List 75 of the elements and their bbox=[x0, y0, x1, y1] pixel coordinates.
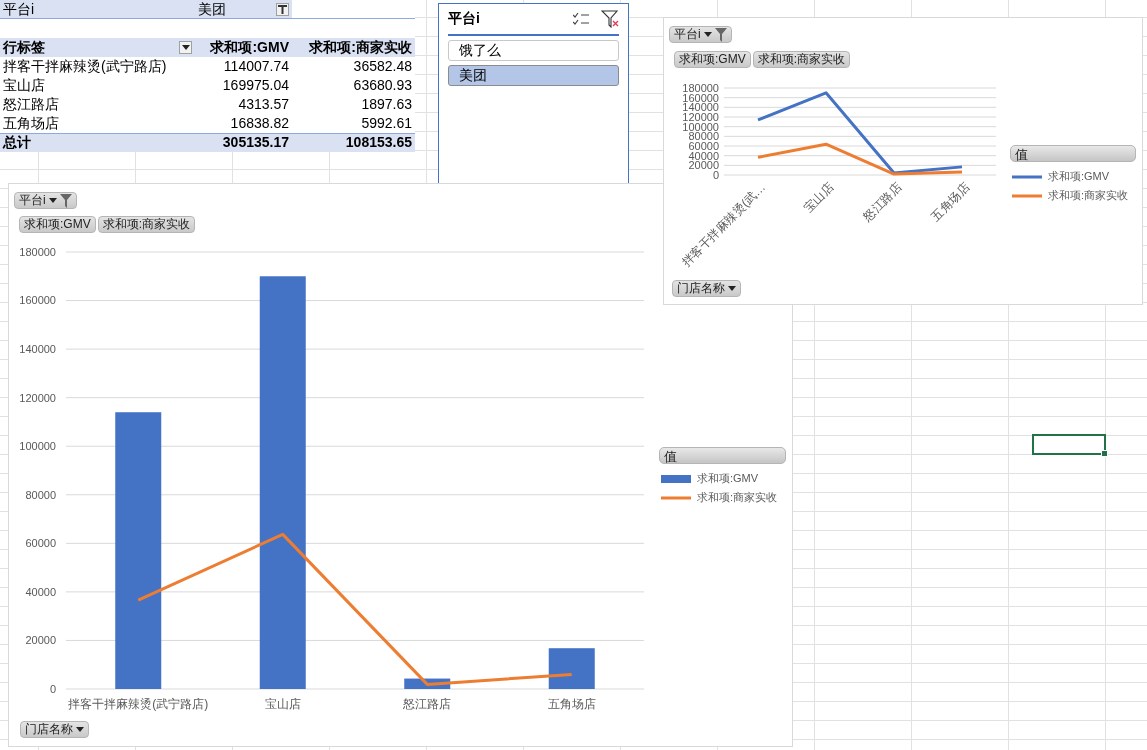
table-cell: 1897.63 bbox=[361, 95, 412, 114]
active-cell[interactable] bbox=[1032, 434, 1106, 455]
axis-tick-label: 120000 bbox=[19, 391, 56, 404]
axis-field-button[interactable]: 门店名称 bbox=[672, 280, 741, 297]
axis-tick-label: 160000 bbox=[682, 91, 719, 104]
axis-tick-label: 0 bbox=[49, 682, 56, 695]
legend-label: 求和项:GMV bbox=[1048, 169, 1110, 184]
dropdown-button[interactable] bbox=[179, 41, 192, 54]
column-header: 求和项:GMV bbox=[210, 38, 289, 57]
value-field-button[interactable]: 求和项:GMV bbox=[19, 216, 96, 233]
axis-tick-label: 80000 bbox=[25, 488, 56, 501]
table-cell: 五角场店 bbox=[3, 114, 59, 133]
legend-field-button[interactable]: 值 bbox=[1010, 145, 1136, 162]
category-label: 五角场店 bbox=[928, 180, 973, 225]
axis-tick-label: 40000 bbox=[688, 149, 719, 162]
caret-icon bbox=[181, 45, 190, 50]
filter-dropdown-button[interactable] bbox=[276, 3, 289, 16]
legend-label: 求和项:商家实收 bbox=[697, 490, 778, 505]
column-header: 行标签 bbox=[3, 38, 45, 57]
legend-field-button[interactable]: 值 bbox=[659, 447, 786, 464]
multi-select-icon[interactable] bbox=[573, 12, 589, 26]
axis-tick-label: 20000 bbox=[25, 634, 56, 647]
legend-swatch-icon bbox=[661, 474, 691, 483]
slicer-item[interactable]: 饿了么 bbox=[448, 40, 619, 61]
category-label: 五角场店 bbox=[547, 697, 596, 711]
total-cell: 305135.17 bbox=[222, 133, 289, 152]
caret-icon bbox=[728, 286, 736, 291]
category-label: 怒江路店 bbox=[860, 180, 905, 225]
filter-icon bbox=[59, 193, 72, 208]
table-cell: 拌客干拌麻辣烫(武宁路店) bbox=[3, 57, 167, 76]
axis-tick-label: 140000 bbox=[19, 342, 56, 355]
table-cell: 63680.93 bbox=[353, 76, 412, 95]
axis-tick-label: 100000 bbox=[19, 440, 56, 453]
filter-icon bbox=[714, 27, 727, 42]
legend-label: 求和项:GMV bbox=[697, 471, 759, 486]
table-cell: 169975.04 bbox=[222, 76, 289, 95]
bar bbox=[404, 678, 451, 689]
axis-tick-label: 180000 bbox=[19, 245, 56, 258]
category-label: 怒江路店 bbox=[403, 697, 452, 711]
axis-tick-label: 180000 bbox=[682, 81, 719, 94]
category-label: 宝山店 bbox=[800, 180, 837, 216]
table-cell: 宝山店 bbox=[3, 76, 45, 95]
axis-field-button[interactable]: 门店名称 bbox=[20, 721, 89, 738]
slicer-item[interactable]: 美团 bbox=[448, 65, 619, 86]
table-cell: 怒江路店 bbox=[3, 95, 59, 114]
category-label: 拌客干拌麻辣烫(武… bbox=[679, 180, 769, 270]
axis-tick-label: 40000 bbox=[25, 585, 56, 598]
slicer-title: 平台i bbox=[448, 10, 481, 28]
table-cell: 16838.82 bbox=[230, 114, 289, 133]
caret-icon bbox=[76, 727, 84, 732]
clear-filter-icon[interactable] bbox=[601, 10, 619, 28]
total-cell: 总计 bbox=[3, 133, 31, 152]
category-label: 宝山店 bbox=[264, 697, 301, 711]
report-filter-button[interactable]: 平台i bbox=[14, 192, 77, 209]
table-cell: 114007.74 bbox=[223, 57, 289, 76]
table-cell: 美团 bbox=[198, 0, 226, 19]
table-cell: 平台i bbox=[3, 0, 35, 19]
caret-icon bbox=[703, 32, 712, 37]
category-label: 拌客干拌麻辣烫(武宁路店) bbox=[68, 697, 209, 711]
caret-icon bbox=[48, 198, 57, 203]
table-cell: 4313.57 bbox=[238, 95, 289, 114]
bar bbox=[548, 648, 595, 689]
legend-label: 求和项:商家实收 bbox=[1048, 188, 1129, 203]
table-cell: 5992.61 bbox=[361, 114, 412, 133]
filter-icon bbox=[278, 5, 287, 14]
axis-tick-label: 100000 bbox=[682, 120, 719, 133]
total-cell: 108153.65 bbox=[345, 133, 412, 152]
report-filter-button[interactable]: 平台i bbox=[669, 26, 732, 43]
column-header: 求和项:商家实收 bbox=[309, 38, 412, 57]
value-field-button[interactable]: 求和项:GMV bbox=[674, 51, 751, 68]
table-cell: 36582.48 bbox=[353, 57, 412, 76]
value-field-button[interactable]: 求和项:商家实收 bbox=[97, 216, 195, 233]
axis-tick-label: 160000 bbox=[19, 294, 56, 307]
value-field-button[interactable]: 求和项:商家实收 bbox=[752, 51, 850, 68]
axis-tick-label: 60000 bbox=[25, 537, 56, 550]
